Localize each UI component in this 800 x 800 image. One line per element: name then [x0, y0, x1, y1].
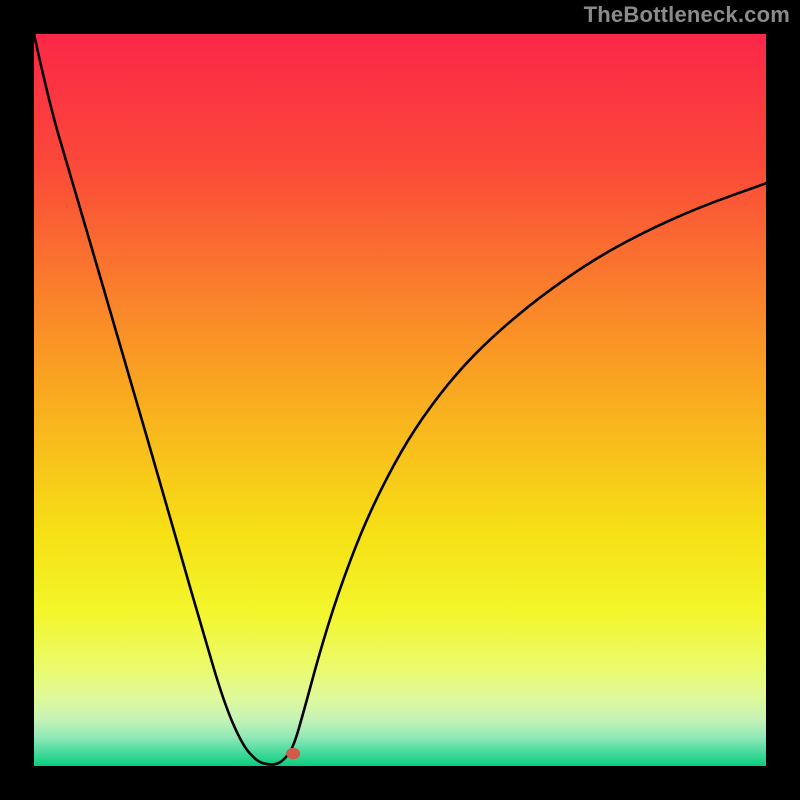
chart-frame-bottom: [0, 766, 800, 800]
chart-plot-area: [34, 34, 766, 766]
bottleneck-chart: [34, 34, 766, 766]
chart-frame-left: [0, 0, 34, 800]
chart-background: [34, 34, 766, 766]
watermark-label: TheBottleneck.com: [584, 2, 790, 28]
optimum-marker: [286, 748, 300, 759]
chart-frame-right: [766, 0, 800, 800]
